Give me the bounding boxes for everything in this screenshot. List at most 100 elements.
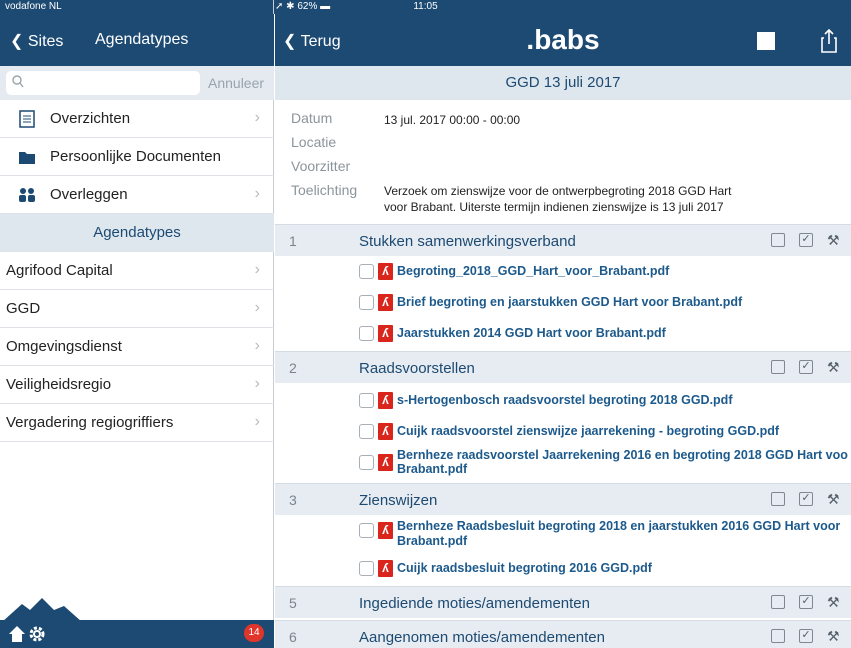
agenda-item-title: Ingediende moties/amendementen: [359, 595, 590, 612]
chevron-right-icon: ›: [254, 337, 260, 354]
pdf-icon: ʎ: [378, 423, 393, 440]
search-bar: Annuleer: [0, 66, 274, 100]
agenda-type-omgevingsdienst[interactable]: Omgevingsdienst ›: [0, 328, 274, 366]
pdf-icon: ʎ: [378, 560, 393, 577]
document-icon[interactable]: [757, 32, 775, 50]
document-row[interactable]: ʎ Brief begroting en jaarstukken GGD Har…: [275, 288, 851, 319]
back-to-sites-button[interactable]: ❮ Sites: [10, 31, 63, 51]
date-value: 13 jul. 2017 00:00 - 00:00: [384, 113, 521, 127]
document-row[interactable]: ʎ Cuijk raadsbesluit begroting 2016 GGD.…: [275, 554, 851, 585]
agenda-type-veiligheidsregio[interactable]: Veiligheidsregio ›: [0, 366, 274, 404]
menu-item-overleggen[interactable]: Overleggen ›: [0, 176, 274, 214]
gavel-icon[interactable]: ⚒: [827, 595, 841, 609]
home-icon[interactable]: [8, 625, 26, 643]
chevron-right-icon: ›: [254, 299, 260, 316]
document-name[interactable]: Begroting_2018_GGD_Hart_voor_Brabant.pdf: [397, 264, 669, 278]
left-footer-bar: 14: [0, 620, 274, 648]
agenda-type-agrifood-capital[interactable]: Agrifood Capital ›: [0, 252, 274, 290]
pdf-icon: ʎ: [378, 294, 393, 311]
comment-icon[interactable]: [771, 233, 785, 247]
gavel-icon[interactable]: ⚒: [827, 233, 841, 247]
menu-item-label: Overzichten: [50, 110, 131, 127]
agenda-item-header[interactable]: 2 Raadsvoorstellen ✓ ⚒: [275, 351, 851, 383]
people-icon: [19, 188, 35, 202]
document-name[interactable]: Jaarstukken 2014 GGD Hart voor Brabant.p…: [397, 326, 666, 340]
document-name[interactable]: Bernheze Raadsbesluit begroting 2018 en …: [397, 519, 840, 533]
agenda-item-header[interactable]: 1 Stukken samenwerkingsverband ✓ ⚒: [275, 224, 851, 256]
chevron-right-icon: ›: [254, 109, 260, 126]
menu-item-persoonlijke-documenten[interactable]: Persoonlijke Documenten: [0, 138, 274, 176]
location-label: Locatie: [291, 134, 337, 150]
gavel-icon[interactable]: ⚒: [827, 360, 841, 374]
document-checkbox[interactable]: [359, 264, 374, 279]
checkbox-icon[interactable]: ✓: [799, 492, 813, 506]
document-row[interactable]: ʎ Bernheze raadsvoorstel Jaarrekening 20…: [275, 448, 851, 486]
comment-icon[interactable]: [771, 595, 785, 609]
document-name[interactable]: Bernheze raadsvoorstel Jaarrekening 2016…: [397, 448, 848, 462]
menu-item-label: Overleggen: [50, 186, 128, 203]
left-navigation-bar: ❮ Sites Agendatypes: [0, 14, 274, 66]
menu-item-overzichten[interactable]: Overzichten ›: [0, 100, 274, 138]
agenda-type-ggd[interactable]: GGD ›: [0, 290, 274, 328]
document-checkbox[interactable]: [359, 455, 374, 470]
gavel-icon[interactable]: ⚒: [827, 629, 841, 643]
document-checkbox[interactable]: [359, 424, 374, 439]
document-name-continued[interactable]: Brabant.pdf: [397, 462, 467, 476]
chevron-right-icon: ›: [254, 261, 260, 278]
pdf-icon: ʎ: [378, 522, 393, 539]
agendatypes-section-header: Agendatypes: [0, 214, 274, 252]
agenda-item-header[interactable]: 6 Aangenomen moties/amendementen ✓ ⚒: [275, 620, 851, 648]
document-name[interactable]: s-Hertogenbosch raadsvoorstel begroting …: [397, 393, 732, 407]
right-navigation-bar: ❮ Terug .babs: [275, 14, 851, 66]
agenda-item-title: Stukken samenwerkingsverband: [359, 233, 576, 250]
document-row[interactable]: ʎ Begroting_2018_GGD_Hart_voor_Brabant.p…: [275, 257, 851, 288]
comment-icon[interactable]: [771, 360, 785, 374]
agenda-item-header[interactable]: 3 Zienswijzen ✓ ⚒: [275, 483, 851, 515]
document-row[interactable]: ʎ Bernheze Raadsbesluit begroting 2018 e…: [275, 516, 851, 554]
document-row[interactable]: ʎ s-Hertogenbosch raadsvoorstel begrotin…: [275, 386, 851, 417]
chevron-left-icon: ❮: [10, 33, 24, 50]
comment-icon[interactable]: [771, 629, 785, 643]
checkbox-icon[interactable]: ✓: [799, 360, 813, 374]
gavel-icon[interactable]: ⚒: [827, 492, 841, 506]
right-pane: ❮ Terug .babs GGD 13 juli 2017 Datum 13 …: [275, 0, 851, 648]
document-name[interactable]: Cuijk raadsbesluit begroting 2016 GGD.pd…: [397, 561, 652, 575]
agenda-item-title: Aangenomen moties/amendementen: [359, 629, 605, 646]
document-row[interactable]: ʎ Jaarstukken 2014 GGD Hart voor Brabant…: [275, 319, 851, 350]
checkbox-icon[interactable]: ✓: [799, 629, 813, 643]
explanation-label: Toelichting: [291, 182, 358, 198]
chevron-right-icon: ›: [254, 375, 260, 392]
checkbox-icon[interactable]: ✓: [799, 233, 813, 247]
agenda-item-title: Raadsvoorstellen: [359, 360, 475, 377]
pdf-icon: ʎ: [378, 263, 393, 280]
agenda-item-number: 3: [289, 492, 297, 508]
document-checkbox[interactable]: [359, 523, 374, 538]
agenda-item-header[interactable]: 5 Ingediende moties/amendementen ✓ ⚒: [275, 586, 851, 618]
share-icon[interactable]: [820, 28, 838, 54]
document-checkbox[interactable]: [359, 393, 374, 408]
checkbox-icon[interactable]: ✓: [799, 595, 813, 609]
document-row[interactable]: ʎ Cuijk raadsvoorstel zienswijze jaarrek…: [275, 417, 851, 448]
document-name-continued[interactable]: Brabant.pdf: [397, 534, 467, 548]
chair-label: Voorzitter: [291, 158, 351, 174]
document-checkbox[interactable]: [359, 295, 374, 310]
comment-icon[interactable]: [771, 492, 785, 506]
document-checkbox[interactable]: [359, 561, 374, 576]
document-checkbox[interactable]: [359, 326, 374, 341]
chevron-right-icon: ›: [254, 185, 260, 202]
agenda-type-label: Veiligheidsregio: [6, 376, 112, 393]
document-name[interactable]: Brief begroting en jaarstukken GGD Hart …: [397, 295, 742, 309]
left-pane: ❮ Sites Agendatypes Annuleer Overzichten…: [0, 0, 274, 648]
agenda-type-vergadering-regiogriffiers[interactable]: Vergadering regiogriffiers ›: [0, 404, 274, 442]
meeting-title: GGD 13 juli 2017: [275, 66, 851, 100]
gear-icon[interactable]: [28, 625, 46, 643]
document-name[interactable]: Cuijk raadsvoorstel zienswijze jaarreken…: [397, 424, 779, 438]
agenda-item-number: 1: [289, 233, 297, 249]
back-label: Sites: [27, 33, 64, 50]
agenda-item-number: 2: [289, 360, 297, 376]
search-input[interactable]: [6, 71, 200, 95]
search-icon: [12, 75, 24, 88]
cancel-search-button[interactable]: Annuleer: [208, 75, 264, 91]
explanation-value-line1: Verzoek om zienswijze voor de ontwerpbeg…: [384, 184, 732, 198]
notifications-badge[interactable]: 14: [244, 624, 264, 642]
